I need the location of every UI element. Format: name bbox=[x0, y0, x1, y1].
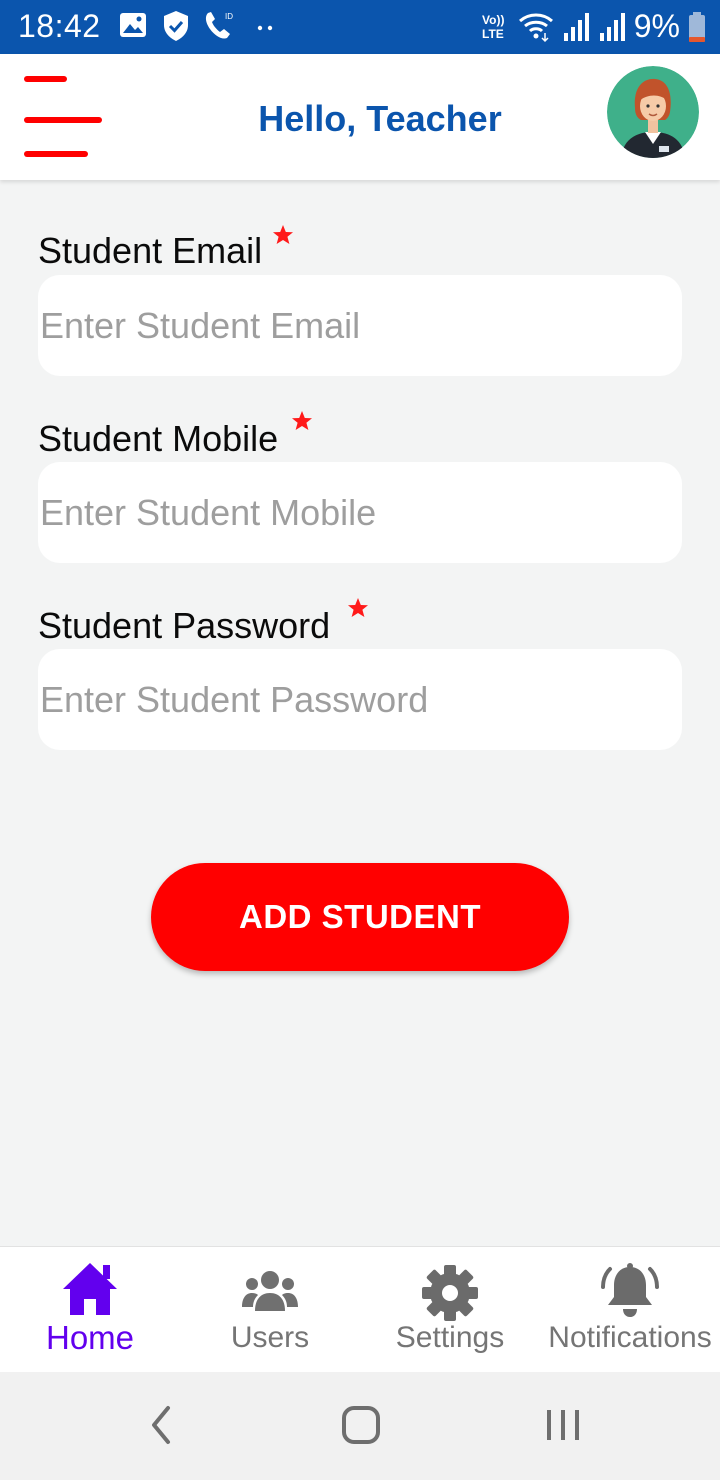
required-star-icon bbox=[273, 225, 293, 244]
email-field[interactable] bbox=[38, 275, 682, 376]
more-notifications-icon bbox=[257, 25, 273, 31]
bottom-nav: Home Users Settings Notifications bbox=[0, 1246, 720, 1372]
required-star-icon bbox=[292, 411, 312, 430]
home-button-icon[interactable] bbox=[340, 1402, 382, 1448]
required-star-icon bbox=[348, 598, 368, 617]
recents-icon[interactable] bbox=[543, 1402, 583, 1448]
nav-item-users[interactable]: Users bbox=[180, 1247, 360, 1373]
bell-icon bbox=[601, 1263, 659, 1317]
signal-icon-2 bbox=[599, 12, 625, 41]
nav-item-notifications[interactable]: Notifications bbox=[540, 1247, 720, 1373]
nav-item-home[interactable]: Home bbox=[0, 1247, 180, 1373]
avatar[interactable] bbox=[607, 66, 699, 158]
app-header: Hello, Teacher bbox=[0, 54, 720, 180]
password-label: Student Password bbox=[38, 605, 331, 646]
wifi-icon bbox=[518, 13, 553, 42]
nav-label-settings: Settings bbox=[395, 1321, 505, 1354]
nav-item-settings[interactable]: Settings bbox=[360, 1247, 540, 1373]
email-label: Student Email bbox=[38, 230, 263, 271]
status-bar: 18:42 ID Vo)) LTE 9% bbox=[0, 0, 720, 54]
password-field[interactable] bbox=[38, 649, 682, 750]
gear-icon bbox=[422, 1265, 478, 1321]
back-icon[interactable] bbox=[146, 1402, 176, 1448]
svg-text:Vo)): Vo)) bbox=[482, 13, 504, 27]
battery-percent: 9% bbox=[633, 8, 680, 44]
volte-icon: Vo)) LTE bbox=[482, 13, 504, 41]
svg-text:LTE: LTE bbox=[482, 27, 504, 41]
teacher-avatar-icon bbox=[607, 66, 699, 158]
mobile-field[interactable] bbox=[38, 462, 682, 563]
nav-label-users: Users bbox=[230, 1321, 310, 1354]
add-student-button[interactable]: ADD STUDENT bbox=[151, 863, 569, 971]
system-nav-bar bbox=[0, 1372, 720, 1480]
battery-icon bbox=[689, 11, 705, 42]
home-icon bbox=[63, 1263, 117, 1315]
gallery-icon bbox=[120, 13, 146, 37]
status-right: Vo)) LTE 9% bbox=[480, 8, 706, 45]
status-time: 18:42 bbox=[18, 8, 101, 44]
mobile-label: Student Mobile bbox=[38, 418, 279, 459]
wifi-calling-icon: ID bbox=[205, 12, 233, 39]
nav-label-notifications: Notifications bbox=[548, 1321, 712, 1354]
signal-icon bbox=[563, 12, 589, 41]
svg-text:ID: ID bbox=[225, 12, 233, 21]
users-icon bbox=[242, 1271, 298, 1311]
nav-label-home: Home bbox=[45, 1319, 135, 1356]
shield-icon bbox=[164, 11, 188, 41]
